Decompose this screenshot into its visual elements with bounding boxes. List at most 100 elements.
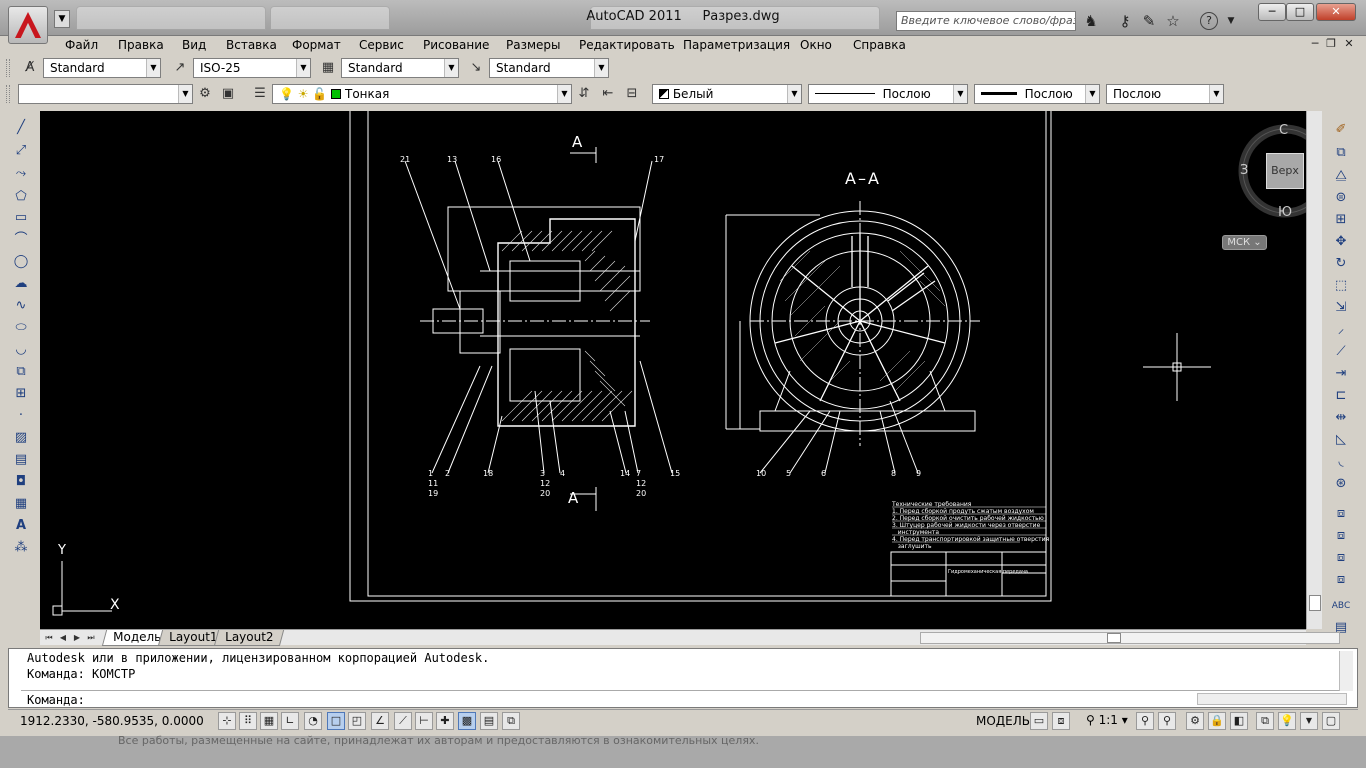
quick-access-dropdown[interactable]: ▼: [54, 10, 70, 28]
help-icon[interactable]: ?: [1200, 12, 1218, 30]
send-under-icon[interactable]: ⧈: [1331, 570, 1351, 590]
drawing-canvas[interactable]: А А А–А 21 13 16 17 1 11 19 2 18 3 12 20 4 1…: [40, 111, 1306, 629]
spline-icon[interactable]: ∿: [11, 296, 31, 316]
erase-icon[interactable]: ✐: [1331, 120, 1351, 140]
polyline-icon[interactable]: ⤳: [11, 164, 31, 184]
dynamic-input-icon[interactable]: ⊢: [415, 712, 433, 730]
quick-properties-icon[interactable]: ▤: [480, 712, 498, 730]
workspace-switching-icon[interactable]: ⚙: [1186, 712, 1204, 730]
text-front-icon[interactable]: ABC: [1331, 596, 1351, 616]
insert-block-icon[interactable]: ⧉: [11, 362, 31, 382]
make-block-icon[interactable]: ⊞: [11, 384, 31, 404]
trim-icon[interactable]: ⸝: [1331, 320, 1351, 340]
rectangle-icon[interactable]: ▭: [11, 208, 31, 228]
dim-style-select[interactable]: ISO-25 ▼: [193, 58, 311, 78]
scroll-thumb[interactable]: [1309, 595, 1321, 611]
menu-modify[interactable]: Редактировать: [579, 37, 675, 53]
grid-display-icon[interactable]: ▦: [260, 712, 278, 730]
transparency-icon[interactable]: ▩: [458, 712, 476, 730]
chamfer-icon[interactable]: ◺: [1331, 430, 1351, 450]
menu-help[interactable]: Справка: [853, 37, 906, 53]
menu-tools[interactable]: Сервис: [359, 37, 404, 53]
horizontal-scrollbar[interactable]: [920, 632, 1340, 644]
draworder-back-icon[interactable]: ⧈: [1331, 526, 1351, 546]
annotation-visibility-icon[interactable]: ⚲: [1136, 712, 1154, 730]
doc-close-button[interactable]: ✕: [1342, 37, 1356, 51]
communication-icon[interactable]: ✎: [1140, 12, 1158, 30]
command-hscrollbar[interactable]: [1197, 693, 1347, 705]
object-snap-tracking-icon[interactable]: ∠: [371, 712, 389, 730]
move-icon[interactable]: ✥: [1331, 232, 1351, 252]
menu-insert[interactable]: Вставка: [226, 37, 277, 53]
offset-icon[interactable]: ⊜: [1331, 188, 1351, 208]
doc-restore-button[interactable]: ❐: [1324, 37, 1338, 51]
construction-line-icon[interactable]: ⤢: [11, 141, 31, 161]
star-icon[interactable]: ☆: [1164, 12, 1182, 30]
selection-cycling-icon[interactable]: ⧉: [502, 712, 520, 730]
layer-state-icon[interactable]: ⊟: [622, 85, 642, 103]
help-search-input[interactable]: Введите ключевое слово/фразу: [896, 11, 1076, 31]
infer-constraints-icon[interactable]: ⊹: [218, 712, 236, 730]
lightbulb-icon[interactable]: 💡: [1278, 712, 1296, 730]
gradient-icon[interactable]: ▤: [11, 450, 31, 470]
draworder-front-icon[interactable]: ⧈: [1331, 504, 1351, 524]
command-scrollbar[interactable]: [1339, 651, 1353, 691]
menu-view[interactable]: Вид: [182, 37, 206, 53]
binoculars-icon[interactable]: ♞: [1082, 12, 1100, 30]
text-style-select[interactable]: Standard ▼: [43, 58, 161, 78]
vertical-scrollbar[interactable]: [1306, 111, 1322, 629]
text-style-icon[interactable]: A̸: [20, 59, 40, 77]
color-select[interactable]: Белый ▼: [652, 84, 802, 104]
clean-screen-icon[interactable]: ▢: [1322, 712, 1340, 730]
copy-icon[interactable]: ⧉: [1331, 143, 1351, 163]
viewcube-top-face[interactable]: Верх: [1266, 153, 1304, 189]
toolbar-lock-icon[interactable]: 🔒: [1208, 712, 1226, 730]
bring-above-icon[interactable]: ⧈: [1331, 548, 1351, 568]
polar-tracking-icon[interactable]: ◔: [304, 712, 322, 730]
object-snap-icon[interactable]: □: [327, 712, 345, 730]
menu-edit[interactable]: Правка: [118, 37, 164, 53]
toolbar-grip[interactable]: [6, 85, 10, 103]
layer-previous-icon[interactable]: ⇤: [598, 85, 618, 103]
table-style-select[interactable]: Standard ▼: [341, 58, 459, 78]
point-icon[interactable]: ·: [11, 406, 31, 426]
table-style-icon[interactable]: ▦: [318, 59, 338, 77]
snap-mode-icon[interactable]: ⠿: [239, 712, 257, 730]
viewcube-south[interactable]: Ю: [1278, 205, 1292, 220]
menu-file[interactable]: Файл: [65, 37, 98, 53]
ellipse-arc-icon[interactable]: ◡: [11, 340, 31, 360]
menu-format[interactable]: Формат: [292, 37, 341, 53]
last-tab-icon[interactable]: ⏭: [86, 631, 96, 644]
doc-minimize-button[interactable]: ─: [1308, 37, 1322, 51]
stretch-icon[interactable]: ⇲: [1331, 298, 1351, 318]
menu-dimension[interactable]: Размеры: [506, 37, 561, 53]
add-selected-icon[interactable]: ⁂: [11, 538, 31, 558]
plotstyle-select[interactable]: Послою ▼: [1106, 84, 1224, 104]
quick-view-drawings-icon[interactable]: ⧈: [1052, 712, 1070, 730]
scale-icon[interactable]: ⬚: [1331, 276, 1351, 296]
layer-select[interactable]: 💡 ☀ 🔓 Тонкая ▼: [272, 84, 572, 104]
mleader-style-icon[interactable]: ↘: [466, 59, 486, 77]
command-prompt[interactable]: Команда:: [27, 693, 85, 707]
hatch-icon[interactable]: ▨: [11, 428, 31, 448]
revcloud-icon[interactable]: ☁: [11, 274, 31, 294]
lineweight-toggle-icon[interactable]: ✚: [436, 712, 454, 730]
chevron-down-icon[interactable]: ▼: [1300, 712, 1318, 730]
array-icon[interactable]: ⊞: [1331, 210, 1351, 230]
key-icon[interactable]: ⚷: [1116, 12, 1134, 30]
application-menu-button[interactable]: [8, 6, 48, 44]
hardware-acceleration-icon[interactable]: ◧: [1230, 712, 1248, 730]
3d-object-snap-icon[interactable]: ◰: [348, 712, 366, 730]
viewcube-north[interactable]: С: [1279, 123, 1288, 138]
mleader-style-select[interactable]: Standard ▼: [489, 58, 609, 78]
menu-window[interactable]: Окно: [800, 37, 832, 53]
ucs-menu-button[interactable]: МСК ⌄: [1222, 235, 1267, 250]
ellipse-icon[interactable]: ⬭: [11, 318, 31, 338]
coordinates-readout[interactable]: 1912.2330, -580.9535, 0.0000: [20, 713, 204, 729]
fillet-icon[interactable]: ◟: [1331, 452, 1351, 472]
line-icon[interactable]: ╱: [11, 118, 31, 138]
close-button[interactable]: ✕: [1316, 3, 1356, 21]
mirror-icon[interactable]: ⧋: [1331, 166, 1351, 186]
workspace-icon[interactable]: ▣: [218, 85, 238, 103]
polygon-icon[interactable]: ⬠: [11, 187, 31, 207]
